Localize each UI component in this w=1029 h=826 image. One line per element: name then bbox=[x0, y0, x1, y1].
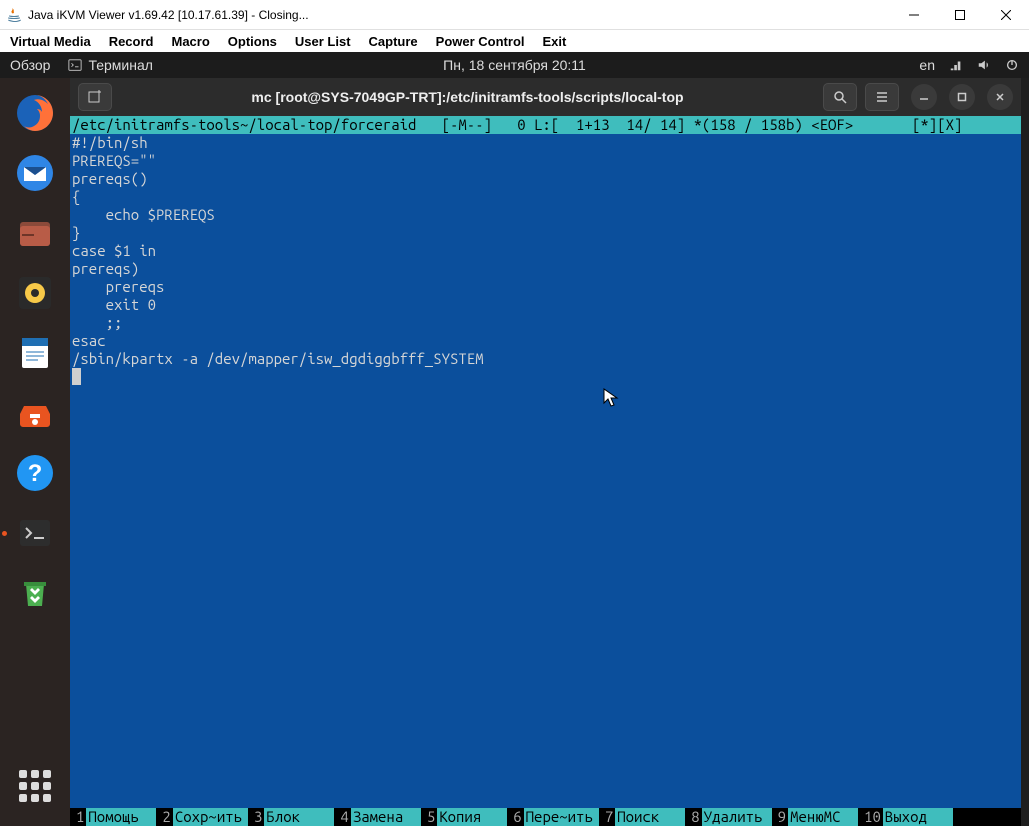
fkey-num: 4 bbox=[334, 808, 350, 826]
fkey-label: Блок bbox=[264, 808, 334, 826]
fkey-label: Выход bbox=[883, 808, 953, 826]
dock-rhythmbox[interactable] bbox=[10, 268, 60, 318]
fkey-label: Пере~ить bbox=[524, 808, 599, 826]
dock-trash[interactable] bbox=[10, 568, 60, 618]
fkey-num: 6 bbox=[507, 808, 523, 826]
fkey-num: 7 bbox=[599, 808, 615, 826]
fkey-3[interactable]: 3Блок bbox=[248, 808, 334, 826]
fkey-label: МенюMC bbox=[788, 808, 858, 826]
power-icon bbox=[1005, 58, 1019, 72]
fkey-1[interactable]: 1Помощь bbox=[70, 808, 156, 826]
dock-thunderbird[interactable] bbox=[10, 148, 60, 198]
fkey-label: Замена bbox=[351, 808, 421, 826]
volume-icon bbox=[977, 58, 991, 72]
fkey-label: Сохр~ить bbox=[173, 808, 248, 826]
fkey-num: 9 bbox=[772, 808, 788, 826]
fkey-7[interactable]: 7Поиск bbox=[599, 808, 685, 826]
show-apps-button[interactable] bbox=[15, 766, 55, 806]
window-title: Java iKVM Viewer v1.69.42 [10.17.61.39] … bbox=[28, 8, 891, 22]
new-tab-button[interactable] bbox=[78, 83, 112, 111]
app-menu[interactable]: Терминал bbox=[68, 57, 152, 73]
fkey-label: Удалить bbox=[702, 808, 772, 826]
fkey-4[interactable]: 4Замена bbox=[334, 808, 420, 826]
activities-button[interactable]: Обзор bbox=[10, 57, 50, 73]
system-tray[interactable]: en bbox=[919, 57, 1019, 73]
window-maximize-button[interactable] bbox=[949, 84, 975, 110]
text-cursor bbox=[72, 368, 81, 385]
network-icon bbox=[949, 58, 963, 72]
menu-power-control[interactable]: Power Control bbox=[436, 34, 525, 49]
fkey-label: Помощь bbox=[86, 808, 156, 826]
minimize-button[interactable] bbox=[891, 0, 937, 30]
fkey-label: Копия bbox=[437, 808, 507, 826]
fkey-num: 10 bbox=[858, 808, 883, 826]
menu-capture[interactable]: Capture bbox=[369, 34, 418, 49]
remote-desktop: Обзор Терминал Пн, 18 сентября 20:11 en … bbox=[0, 52, 1029, 826]
dock-firefox[interactable] bbox=[10, 88, 60, 138]
fkey-5[interactable]: 5Копия bbox=[421, 808, 507, 826]
mc-status-bar: /etc/initramfs-tools~/local-top/forcerai… bbox=[70, 116, 1021, 134]
fkey-10[interactable]: 10Выход bbox=[858, 808, 953, 826]
menu-macro[interactable]: Macro bbox=[171, 34, 209, 49]
fkey-num: 1 bbox=[70, 808, 86, 826]
maximize-button[interactable] bbox=[937, 0, 983, 30]
input-lang[interactable]: en bbox=[919, 57, 935, 73]
dock-writer[interactable] bbox=[10, 328, 60, 378]
datetime[interactable]: Пн, 18 сентября 20:11 bbox=[443, 57, 586, 73]
fkey-num: 5 bbox=[421, 808, 437, 826]
window-close-button[interactable] bbox=[987, 84, 1013, 110]
terminal-header: mc [root@SYS-7049GP-TRT]:/etc/initramfs-… bbox=[70, 78, 1021, 116]
menu-user-list[interactable]: User List bbox=[295, 34, 351, 49]
fkey-2[interactable]: 2Сохр~ить bbox=[156, 808, 248, 826]
fkey-6[interactable]: 6Пере~ить bbox=[507, 808, 599, 826]
gnome-top-bar: Обзор Терминал Пн, 18 сентября 20:11 en bbox=[0, 52, 1029, 78]
fkey-num: 2 bbox=[156, 808, 172, 826]
dock-help[interactable]: ? bbox=[10, 448, 60, 498]
fkey-9[interactable]: 9МенюMC bbox=[772, 808, 858, 826]
windows-titlebar: Java iKVM Viewer v1.69.42 [10.17.61.39] … bbox=[0, 0, 1029, 30]
search-button[interactable] bbox=[823, 83, 857, 111]
menu-virtual-media[interactable]: Virtual Media bbox=[10, 34, 91, 49]
mc-function-keys: 1Помощь2Сохр~ить3Блок4Замена5Копия6Пере~… bbox=[70, 808, 1021, 826]
dock-terminal[interactable] bbox=[10, 508, 60, 558]
terminal-window: mc [root@SYS-7049GP-TRT]:/etc/initramfs-… bbox=[70, 78, 1021, 826]
fkey-num: 8 bbox=[685, 808, 701, 826]
window-minimize-button[interactable] bbox=[911, 84, 937, 110]
close-button[interactable] bbox=[983, 0, 1029, 30]
app-menu-label: Терминал bbox=[88, 57, 152, 73]
ubuntu-dock: ? bbox=[0, 78, 70, 826]
java-menu-bar: Virtual Media Record Macro Options User … bbox=[0, 30, 1029, 52]
fkey-label: Поиск bbox=[615, 808, 685, 826]
fkey-num: 3 bbox=[248, 808, 264, 826]
svg-text:?: ? bbox=[28, 460, 43, 487]
fkey-8[interactable]: 8Удалить bbox=[685, 808, 771, 826]
hamburger-button[interactable] bbox=[865, 83, 899, 111]
dock-software[interactable] bbox=[10, 388, 60, 438]
mc-editor-text: #!/bin/sh PREREQS="" prereqs() { echo $P… bbox=[72, 134, 484, 367]
terminal-icon bbox=[68, 58, 82, 72]
terminal-title: mc [root@SYS-7049GP-TRT]:/etc/initramfs-… bbox=[120, 89, 815, 105]
java-icon bbox=[6, 7, 22, 23]
menu-exit[interactable]: Exit bbox=[543, 34, 567, 49]
dock-files[interactable] bbox=[10, 208, 60, 258]
menu-options[interactable]: Options bbox=[228, 34, 277, 49]
menu-record[interactable]: Record bbox=[109, 34, 154, 49]
mc-editor-content[interactable]: #!/bin/sh PREREQS="" prereqs() { echo $P… bbox=[70, 134, 1021, 808]
